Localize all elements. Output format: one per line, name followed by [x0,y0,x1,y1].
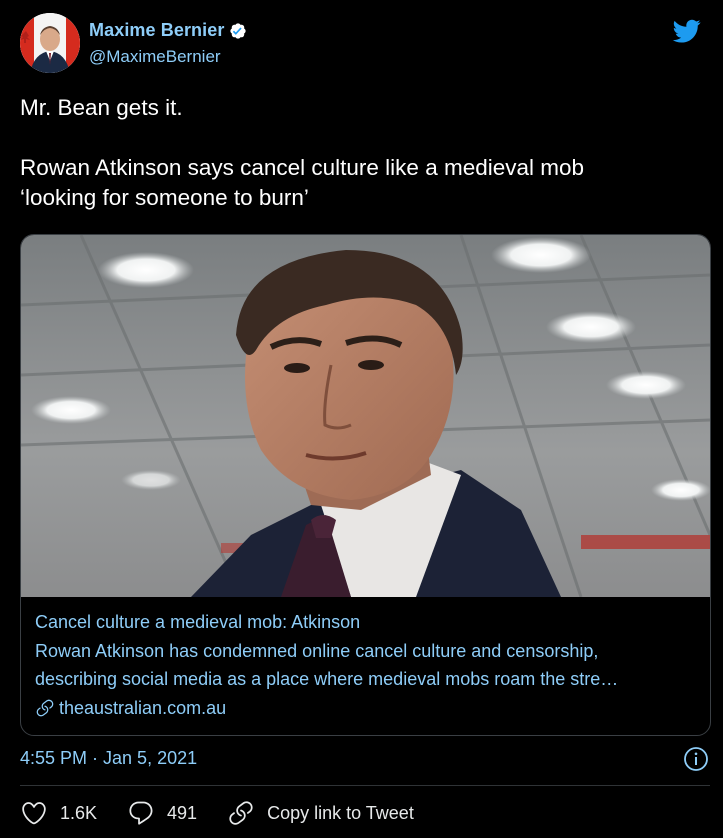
heart-icon [22,802,46,825]
avatar[interactable] [20,13,80,73]
tweet-actions: 1.6K 491 Copy link to Tweet [20,796,444,830]
link-preview-card[interactable]: Cancel culture a medieval mob: Atkinson … [20,234,711,736]
tweet-text-line: Rowan Atkinson says cancel culture like … [20,155,585,180]
card-description-line: Rowan Atkinson has condemned online canc… [35,641,599,661]
author-handle[interactable]: @MaximeBernier [89,47,221,67]
tweet-header: Maxime Bernier @MaximeBernier [20,13,703,73]
like-action[interactable]: 1.6K [20,799,97,827]
card-domain-row[interactable]: theaustralian.com.au [35,695,700,721]
tweet-text: Mr. Bean gets it. Rowan Atkinson says ca… [20,93,700,213]
copy-link-label: Copy link to Tweet [267,802,414,823]
copy-link-action[interactable]: Copy link to Tweet [227,799,414,827]
reply-action[interactable]: 491 [127,799,197,827]
card-title[interactable]: Cancel culture a medieval mob: Atkinson [35,609,700,635]
like-count: 1.6K [60,802,98,823]
card-body: Cancel culture a medieval mob: Atkinson … [35,609,700,721]
verified-badge-icon [228,21,248,41]
reply-count: 491 [167,802,198,823]
divider [20,785,710,786]
author-name-row: Maxime Bernier [89,20,248,41]
card-image[interactable] [21,235,710,597]
tweet-text-line: ‘looking for someone to burn’ [20,185,309,210]
card-domain[interactable]: theaustralian.com.au [59,695,226,721]
tweet-timestamp[interactable]: 4:55 PM · Jan 5, 2021 [20,748,197,769]
link-icon [35,698,55,718]
reply-icon [129,801,153,825]
card-description: Rowan Atkinson has condemned online canc… [35,637,700,693]
tweet-embed: Maxime Bernier @MaximeBernier Mr. Bean g… [0,0,723,838]
twitter-bird-icon[interactable] [671,17,703,45]
card-description-line: describing social media as a place where… [35,669,619,689]
copy-link-icon [229,801,253,825]
author-display-name[interactable]: Maxime Bernier [89,20,224,41]
tweet-text-line: Mr. Bean gets it. [20,95,183,120]
info-icon[interactable] [683,746,709,772]
